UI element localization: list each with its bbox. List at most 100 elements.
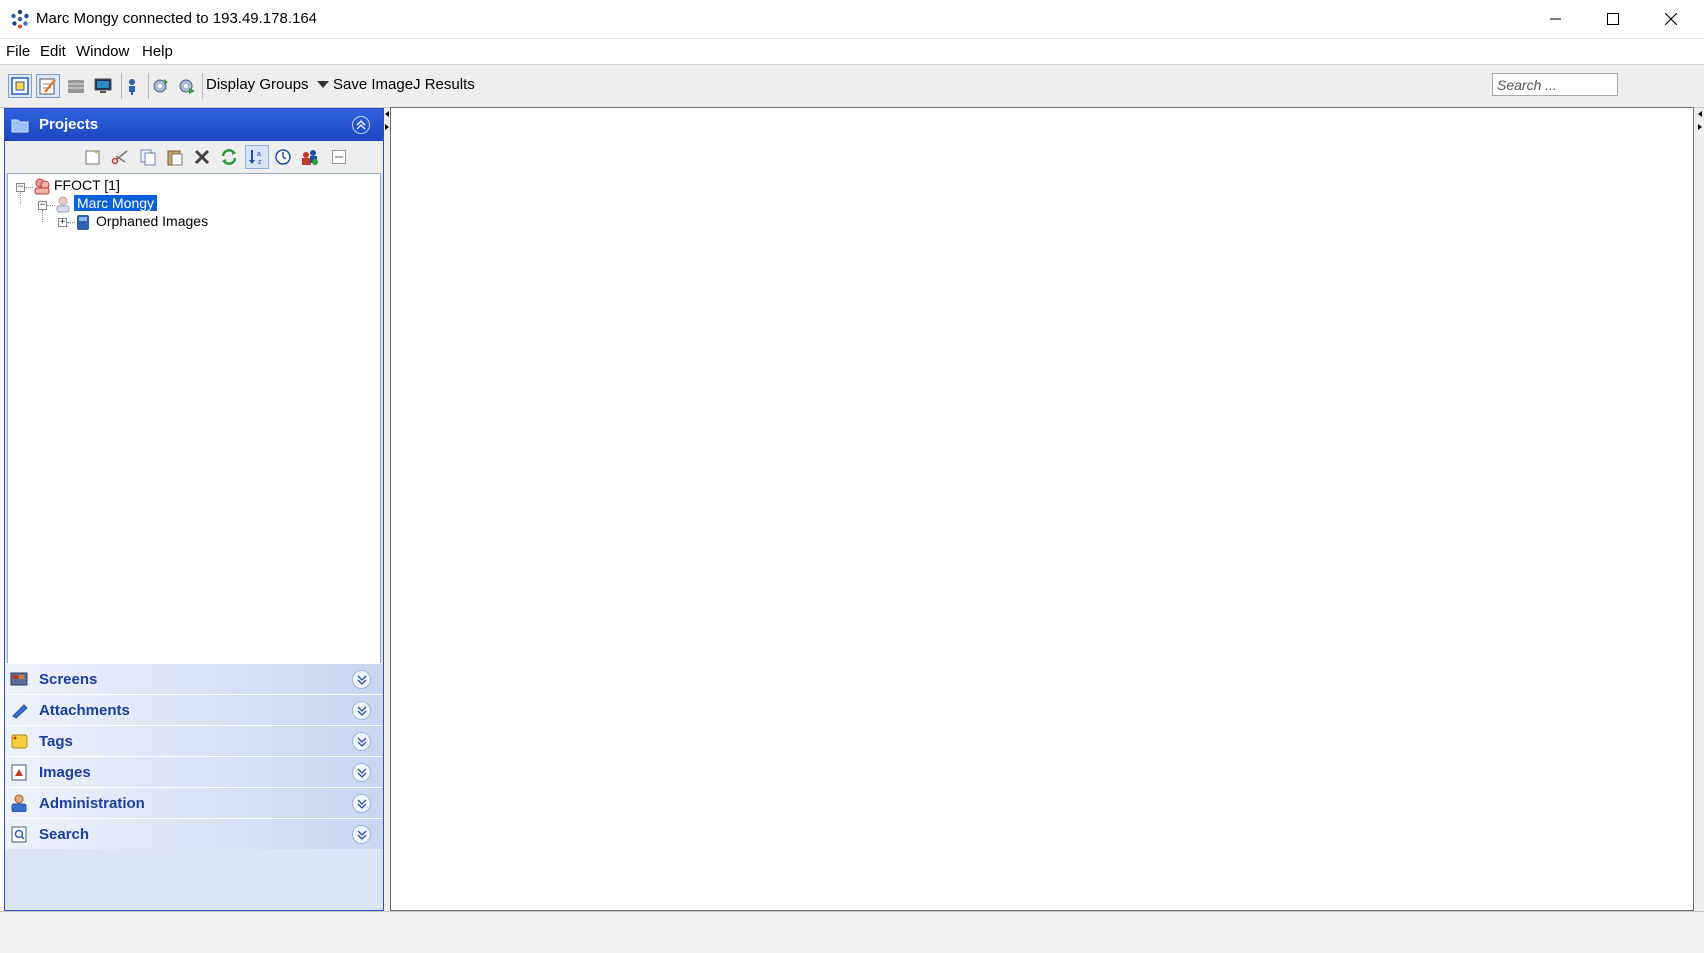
sort-alphabetical-button[interactable]: az [245, 145, 269, 169]
group-members-icon [302, 150, 318, 165]
expand-icon[interactable] [352, 670, 371, 689]
expand-icon[interactable] [352, 732, 371, 751]
paste-button[interactable] [163, 145, 187, 169]
right-splitter-arrows-icon [1698, 111, 1702, 130]
main-toolbar: Display Groups Save ImageJ Results [0, 64, 1704, 108]
section-administration[interactable]: Administration [5, 787, 383, 818]
paste-icon [167, 150, 183, 166]
section-tags-label: Tags [39, 733, 73, 750]
app-window: Marc Mongy connected to 193.49.178.164 F… [0, 0, 1704, 953]
sort-by-date-button[interactable] [271, 145, 295, 169]
project-tree[interactable]: − FFOCT [1] − Marc Mongy + Orphaned Imag… [7, 173, 381, 721]
minimize-icon [1550, 18, 1561, 20]
tree-node-group[interactable]: FFOCT [1] [54, 177, 120, 193]
tree-node-orphaned-images[interactable]: Orphaned Images [96, 213, 208, 229]
export-icon [179, 79, 195, 94]
administration-icon [10, 794, 30, 816]
search-icon [10, 825, 30, 847]
expand-icon[interactable] [352, 825, 371, 844]
editor-icon [39, 78, 56, 95]
section-search[interactable]: Search [5, 818, 383, 849]
section-tags[interactable]: Tags [5, 725, 383, 756]
maximize-icon [1607, 13, 1619, 25]
display-groups-label: Display Groups [206, 76, 309, 93]
cut-icon [111, 150, 128, 165]
group-icon [32, 177, 52, 199]
sort-az-icon: az [249, 150, 262, 166]
new-item-button[interactable] [81, 145, 105, 169]
screen-view-button[interactable] [91, 74, 115, 98]
minimize-button[interactable] [1527, 0, 1585, 38]
delete-button[interactable] [190, 145, 214, 169]
expand-icon[interactable] [352, 701, 371, 720]
section-images[interactable]: Images [5, 756, 383, 787]
maximize-button[interactable] [1584, 0, 1642, 38]
tree-collapse-root-icon[interactable]: − [16, 183, 25, 192]
expand-icon[interactable] [352, 763, 371, 782]
dropdown-arrow-icon [316, 80, 329, 88]
import-button[interactable] [149, 74, 173, 98]
monitor-icon [94, 78, 112, 93]
projects-toolbar: az [5, 141, 383, 173]
section-screens-label: Screens [39, 671, 98, 688]
export-button[interactable] [175, 74, 199, 98]
menu-bar: File Edit Window Help [0, 38, 1704, 65]
projects-title: Projects [39, 116, 99, 133]
user-switch-icon [129, 79, 135, 95]
display-groups-button[interactable]: Display Groups [206, 76, 329, 93]
window-title: Marc Mongy connected to 193.49.178.164 [36, 10, 318, 27]
tree-expand-orphaned-icon[interactable]: + [58, 218, 67, 227]
main-content-panel [390, 107, 1694, 911]
refresh-icon [221, 149, 237, 165]
menu-window[interactable]: Window [76, 43, 129, 60]
user-switch-button[interactable] [120, 74, 144, 98]
tree-node-user[interactable]: Marc Mongy [74, 195, 158, 211]
data-manager-button[interactable] [8, 74, 32, 98]
tree-collapse-user-icon[interactable]: − [38, 201, 47, 210]
omero-app-icon [10, 9, 30, 29]
delete-icon [194, 149, 210, 165]
section-attachments-label: Attachments [39, 702, 130, 719]
svg-text:a: a [257, 151, 261, 158]
section-search-label: Search [39, 826, 90, 843]
clock-icon [275, 149, 291, 165]
copy-button[interactable] [136, 145, 160, 169]
collapse-all-icon [332, 150, 346, 164]
table-view-button[interactable] [64, 74, 88, 98]
cut-button[interactable] [108, 145, 132, 169]
right-panel-splitter[interactable] [1694, 108, 1704, 911]
folder-icon [11, 117, 29, 137]
menu-file[interactable]: File [6, 43, 30, 60]
search-input[interactable] [1492, 73, 1618, 96]
close-icon [1665, 13, 1677, 25]
projects-panel-header[interactable]: Projects [5, 109, 383, 141]
status-bar [0, 911, 1704, 953]
group-members-button[interactable] [298, 145, 322, 169]
user-icon [55, 195, 71, 217]
save-imagej-results-button[interactable]: Save ImageJ Results [333, 76, 475, 93]
menu-help[interactable]: Help [142, 43, 173, 60]
data-manager-icon [11, 77, 29, 95]
tags-icon [10, 732, 30, 754]
svg-text:z: z [258, 159, 262, 166]
import-icon [153, 79, 168, 93]
orphaned-images-icon [75, 213, 91, 235]
title-bar: Marc Mongy connected to 193.49.178.164 [0, 0, 1704, 38]
screens-icon [10, 670, 30, 692]
attachments-icon [10, 701, 30, 723]
editor-button[interactable] [36, 74, 60, 98]
refresh-button[interactable] [217, 145, 241, 169]
section-screens[interactable]: Screens [5, 663, 383, 694]
expand-icon[interactable] [352, 794, 371, 813]
menu-edit[interactable]: Edit [40, 43, 66, 60]
collapse-tree-button[interactable] [327, 145, 351, 169]
copy-icon [140, 149, 156, 166]
collapse-icon[interactable] [352, 116, 370, 134]
images-icon [10, 763, 30, 785]
new-icon [85, 150, 100, 165]
section-attachments[interactable]: Attachments [5, 694, 383, 725]
left-sidebar: Projects az − FFOCT [1] − Marc Mongy + O… [4, 108, 384, 911]
close-button[interactable] [1642, 0, 1700, 38]
table-icon [68, 80, 84, 93]
section-administration-label: Administration [39, 795, 145, 812]
